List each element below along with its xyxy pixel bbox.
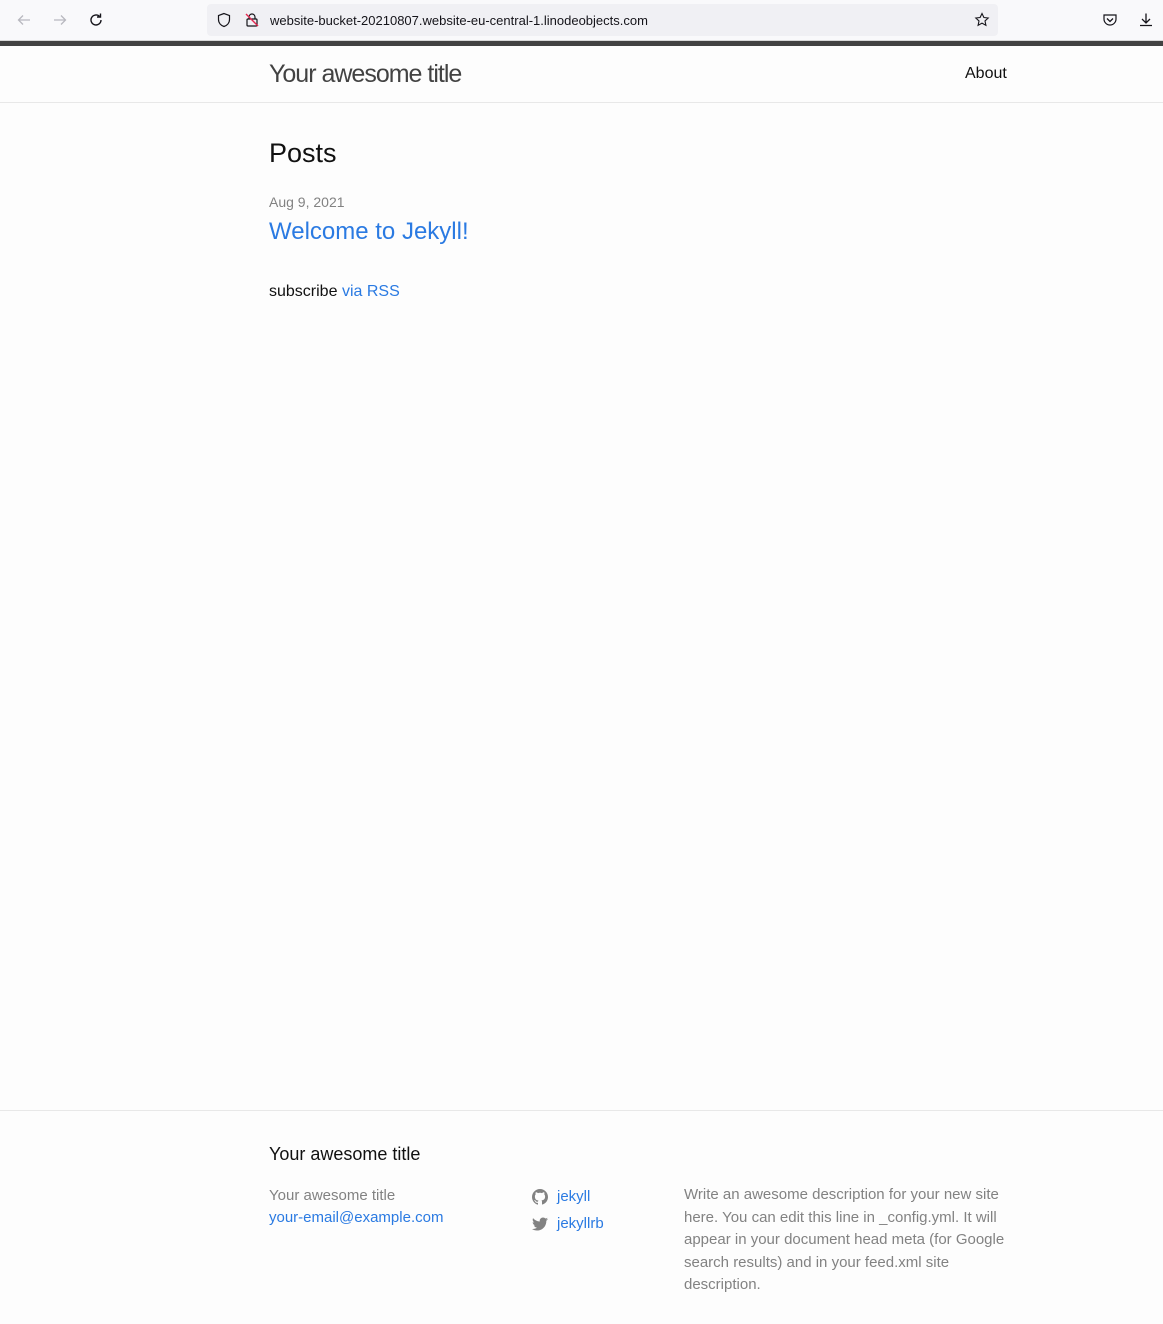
post-date: Aug 9, 2021 — [269, 194, 345, 210]
pocket-button[interactable] — [1098, 8, 1122, 32]
arrow-right-icon — [54, 15, 67, 25]
footer-heading: Your awesome title — [269, 1144, 421, 1164]
social-item-twitter[interactable]: jekyllrb — [532, 1210, 604, 1237]
twitter-icon — [532, 1217, 548, 1230]
page-heading: Posts — [269, 138, 337, 168]
footer-social-links: jekyll jekyllrb — [532, 1183, 604, 1237]
site-footer: Your awesome title Your awesome title yo… — [0, 1110, 1163, 1324]
reload-button[interactable] — [84, 8, 108, 32]
github-link[interactable]: jekyll — [557, 1188, 590, 1205]
rss-link[interactable]: via RSS — [342, 283, 400, 300]
shield-icon[interactable] — [216, 12, 232, 28]
browser-toolbar: website-bucket-20210807.website-eu-centr… — [0, 0, 1163, 40]
rss-prefix: subscribe — [269, 283, 338, 300]
post-link[interactable]: Welcome to Jekyll! — [269, 218, 469, 246]
nav-link-about[interactable]: About — [965, 65, 1007, 83]
url-bar[interactable]: website-bucket-20210807.website-eu-centr… — [207, 4, 998, 36]
twitter-link[interactable]: jekyllrb — [557, 1215, 604, 1232]
github-icon — [532, 1188, 548, 1205]
download-icon — [1140, 13, 1152, 27]
star-icon[interactable] — [974, 12, 990, 28]
site-header: Your awesome title About — [0, 46, 1163, 103]
reload-icon — [90, 13, 102, 26]
lock-crossed-icon[interactable] — [244, 12, 260, 28]
downloads-button[interactable] — [1134, 8, 1158, 32]
pocket-icon — [1103, 14, 1117, 26]
rss-subscribe: subscribe via RSS — [269, 283, 400, 301]
site-title-link[interactable]: Your awesome title — [269, 60, 462, 89]
footer-contact: Your awesome title your-email@example.co… — [269, 1185, 443, 1229]
footer-description: Write an awesome description for your ne… — [684, 1186, 1005, 1293]
arrow-left-icon — [17, 15, 30, 25]
url-text[interactable]: website-bucket-20210807.website-eu-centr… — [270, 13, 648, 28]
back-button[interactable] — [12, 8, 36, 32]
social-item-github[interactable]: jekyll — [532, 1183, 604, 1210]
footer-email-link[interactable]: your-email@example.com — [269, 1207, 443, 1229]
forward-button[interactable] — [48, 8, 72, 32]
footer-site-name: Your awesome title — [269, 1187, 396, 1204]
